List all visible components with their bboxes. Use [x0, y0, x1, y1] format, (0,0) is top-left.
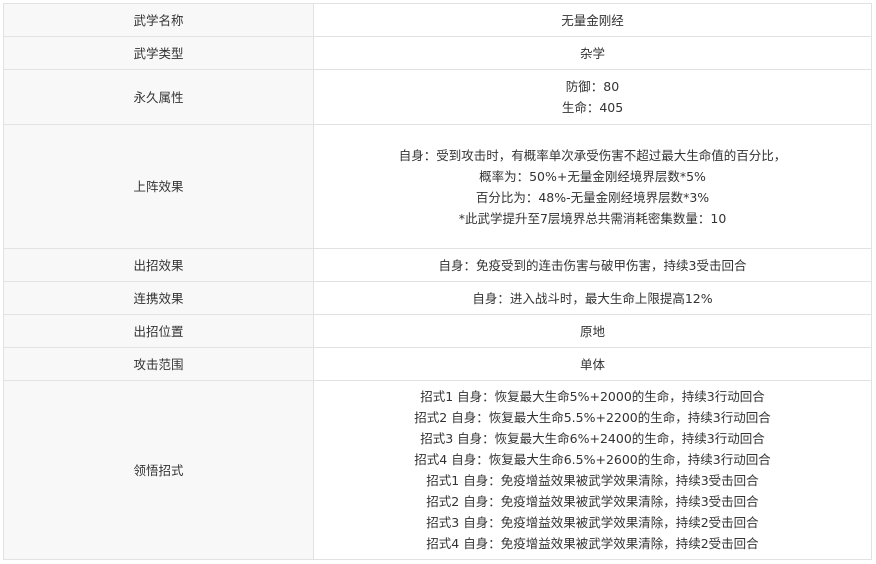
value-line: 生命：405: [561, 100, 624, 115]
value-line: 自身：受到攻击时，有概率单次承受伤害不超过最大生命值的百分比，: [398, 147, 787, 163]
table-row-type: 武学类型 杂学: [3, 36, 872, 70]
value-line: 招式1 自身：恢复最大生命5%+2000的生命，持续3行动回合: [420, 389, 765, 404]
row-label-type: 武学类型: [3, 36, 314, 70]
value-line: 招式3 自身：恢复最大生命6%+2400的生命，持续3行动回合: [420, 431, 765, 446]
row-value-strike-effect: 自身：免疫受到的连击伤害与破甲伤害，持续3受击回合: [313, 248, 872, 282]
table-row-strike-position: 出招位置 原地: [3, 314, 872, 348]
row-label-name: 武学名称: [3, 3, 314, 37]
value-line: 自身：免疫受到的连击伤害与破甲伤害，持续3受击回合: [438, 257, 747, 273]
row-label-permanent-attributes: 永久属性: [3, 69, 314, 125]
value-line: 原地: [579, 323, 605, 339]
value-line: 防御：80: [565, 79, 620, 94]
table-row-comprehended-moves: 领悟招式 招式1 自身：恢复最大生命5%+2000的生命，持续3行动回合 招式2…: [3, 380, 872, 560]
row-label-strike-position: 出招位置: [3, 314, 314, 348]
row-value-deploy-effect: 自身：受到攻击时，有概率单次承受伤害不超过最大生命值的百分比， 概率为：50%+…: [313, 124, 872, 249]
row-value-strike-position: 原地: [313, 314, 872, 348]
value-line: 招式2 自身：免疫增益效果被武学效果清除，持续3受击回合: [426, 494, 759, 509]
value-line: *此武学提升至7层境界总共需消耗密集数量：10: [458, 210, 727, 226]
value-line: 招式4 自身：恢复最大生命6.5%+2600的生命，持续3行动回合: [414, 452, 771, 467]
value-line: 自身：进入战斗时，最大生命上限提高12%: [472, 290, 713, 306]
table-row-strike-effect: 出招效果 自身：免疫受到的连击伤害与破甲伤害，持续3受击回合: [3, 248, 872, 282]
row-value-permanent-attributes: 防御：80 生命：405: [313, 69, 872, 125]
value-line: 招式3 自身：免疫增益效果被武学效果清除，持续2受击回合: [426, 515, 759, 530]
table-row-permanent-attributes: 永久属性 防御：80 生命：405: [3, 69, 872, 125]
row-value-attack-range: 单体: [313, 347, 872, 381]
table-row-deploy-effect: 上阵效果 自身：受到攻击时，有概率单次承受伤害不超过最大生命值的百分比， 概率为…: [3, 124, 872, 249]
row-label-link-effect: 连携效果: [3, 281, 314, 315]
row-value-type: 杂学: [313, 36, 872, 70]
value-line: 招式4 自身：免疫增益效果被武学效果清除，持续2受击回合: [426, 536, 759, 551]
value-line: 无量金刚经: [561, 12, 624, 28]
row-label-deploy-effect: 上阵效果: [3, 124, 314, 249]
value-line: 概率为：50%+无量金刚经境界层数*5%: [479, 168, 706, 184]
value-line: 招式2 自身：恢复最大生命5.5%+2200的生命，持续3行动回合: [414, 410, 771, 425]
value-line: 杂学: [579, 45, 605, 61]
table-row-name: 武学名称 无量金刚经: [3, 3, 872, 37]
row-label-attack-range: 攻击范围: [3, 347, 314, 381]
table-row-attack-range: 攻击范围 单体: [3, 347, 872, 381]
table-row-link-effect: 连携效果 自身：进入战斗时，最大生命上限提高12%: [3, 281, 872, 315]
row-label-strike-effect: 出招效果: [3, 248, 314, 282]
value-line: 招式1 自身：免疫增益效果被武学效果清除，持续3受击回合: [426, 473, 759, 488]
row-value-name: 无量金刚经: [313, 3, 872, 37]
row-value-comprehended-moves: 招式1 自身：恢复最大生命5%+2000的生命，持续3行动回合 招式2 自身：恢…: [313, 380, 872, 560]
martial-art-info-table: 武学名称 无量金刚经 武学类型 杂学 永久属性 防御：80 生命：405 上阵效…: [3, 3, 872, 560]
row-label-comprehended-moves: 领悟招式: [3, 380, 314, 560]
value-line: 单体: [579, 356, 605, 372]
row-value-link-effect: 自身：进入战斗时，最大生命上限提高12%: [313, 281, 872, 315]
value-line: 百分比为：48%-无量金刚经境界层数*3%: [475, 189, 710, 205]
